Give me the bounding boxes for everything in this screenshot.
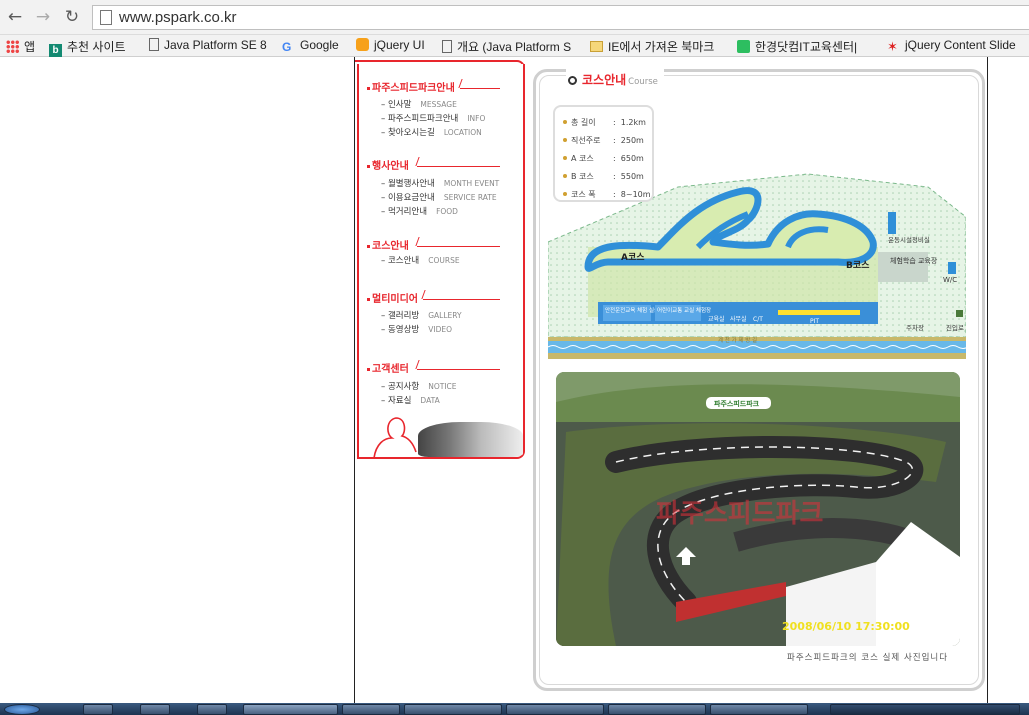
menu-item-data[interactable]: – 자료실 DATA [381,394,440,406]
folder-icon [590,41,603,52]
star-icon: ✶ [887,39,898,54]
photo-timestamp: 2008/06/10 17:30:00 [782,620,910,633]
menu-item-message[interactable]: – 인사말 MESSAGE [381,98,457,110]
circle-bullet-icon [568,76,577,85]
menu-item-video[interactable]: – 동영상방 VIDEO [381,323,452,335]
entrance-label: 진입로 [946,323,964,332]
person-silhouette-icon [373,417,417,458]
section-divider [421,290,426,299]
kart-cars-image [418,422,523,457]
photo-caption: 파주스피드파크의 코스 실제 사진입니다 [787,653,949,663]
menu-item-gallery[interactable]: – 갤러리방 GALLERY [381,309,462,321]
browser-toolbar: ← → ↻ www.pspark.co.kr [0,0,1029,35]
menu-item-food[interactable]: – 먹거리안내 FOOD [381,205,458,217]
taskbar-item[interactable] [197,704,227,715]
office-label: 사무실 [730,315,747,323]
taskbar [0,703,1029,715]
course-heading: 코스안내 Course [566,69,664,88]
section-divider [415,157,420,166]
course-heading-en: Course [628,77,658,87]
page-content: 파주스피드파크안내 – 인사말 MESSAGE – 파주스피드파크안내 INFO –… [0,57,1029,703]
right-divider [987,57,988,703]
sports-facility-label: 운동시설정비실 [888,235,930,244]
taskbar-item[interactable] [710,704,808,715]
spec-b-course: B 코스: 550m [563,171,644,182]
menu-item-notice[interactable]: – 공지사항 NOTICE [381,380,457,392]
bookmark-java-overview[interactable]: 개요 (Java Platform S [442,38,571,55]
spec-straight: 직선주로: 250m [563,135,644,146]
ct-label: C/T [753,316,763,323]
start-button[interactable] [4,704,40,715]
bookmark-recommended[interactable]: b 추천 사이트 [49,38,126,57]
taskbar-item-chrome[interactable] [243,704,338,715]
taskbar-item[interactable] [140,704,170,715]
menu-section-course[interactable]: 코스안내 [367,237,409,252]
classroom-label: 교육실 [708,315,725,323]
experience-label: 체험학습 교육장 [890,256,938,265]
taskbar-item[interactable] [342,704,400,715]
forward-arrow-icon[interactable]: → [33,7,53,27]
menu-item-info[interactable]: – 파주스피드파크안내 INFO [381,112,485,124]
evernote-icon [737,40,750,53]
taskbar-item[interactable] [404,704,502,715]
bookmark-java[interactable]: Java Platform SE 8 [149,38,267,52]
menu-item-month-event[interactable]: – 월별행사안내 MONTH EVENT [381,177,499,189]
photo-logo-text: 파주스피드파크 [714,399,760,408]
bookmark-ie-folder[interactable]: IE에서 가져온 북마크 [590,38,714,55]
taskbar-item[interactable] [608,704,706,715]
wc-label: W/C [943,276,957,284]
course-specs-box: 총 길이: 1.2km 직선주로: 250m A 코스: 650m B 코스: … [553,105,654,202]
a-course-label: A코스 [621,252,645,263]
section-divider [417,166,500,167]
section-divider [417,369,500,370]
bookmarks-bar: 앱 b 추천 사이트 Java Platform SE 8 G Google jQu… [0,35,1029,57]
taskbar-item[interactable] [506,704,604,715]
bookmark-hankyung[interactable]: 한경닷컴IT교육센터| [737,38,857,55]
section-divider [415,237,420,246]
menu-item-service-rate[interactable]: – 이용요금안내 SERVICE RATE [381,191,497,203]
left-divider [354,57,355,703]
parking-label: 주차장 [906,323,924,332]
bing-icon: b [49,44,62,57]
spec-total-length: 총 길이: 1.2km [563,117,646,128]
course-heading-ko: 코스안내 [582,73,627,87]
pit-label: PIT [810,318,819,325]
bookmark-apps[interactable]: 앱 [6,38,35,55]
kids-label: 어린이교통 교실 체험장 [657,306,711,314]
section-divider [458,79,463,88]
address-bar[interactable]: www.pspark.co.kr [92,5,1029,30]
menu-section-info[interactable]: 파주스피드파크안내 [367,79,455,94]
menu-item-course[interactable]: – 코스안내 COURSE [381,254,460,266]
spec-a-course: A 코스: 650m [563,153,644,164]
taskbar-item[interactable] [83,704,113,715]
photo-watermark: 파주스피드파크 [656,499,823,529]
stream-label: 계 천 가 제 방 길 [718,336,757,344]
section-divider [460,88,500,89]
page-icon [149,38,159,51]
menu-section-customer[interactable]: 고객센터 [367,360,409,375]
google-icon: G [282,40,292,54]
section-divider [417,246,500,247]
bookmark-google[interactable]: G Google [282,38,339,54]
page-icon [100,10,112,25]
menu-section-multimedia[interactable]: 멀티미디어 [367,290,418,305]
reload-icon[interactable]: ↻ [62,7,82,27]
menu-section-events[interactable]: 행사안내 [367,157,409,172]
course-photo-image: 파주스피드파크 파주스피드파크 2008/06/10 17:30:00 [556,372,960,646]
menu-item-location[interactable]: – 찾아오시는길 LOCATION [381,126,482,138]
spec-width: 코스 폭: 8~10m [563,189,651,200]
page-icon [442,40,452,53]
side-menu: 파주스피드파크안내 – 인사말 MESSAGE – 파주스피드파크안내 INFO –… [357,64,525,459]
system-tray[interactable] [830,704,1020,715]
bookmark-jquery-slide[interactable]: ✶ jQuery Content Slide [887,38,1016,53]
b-course-label: B코스 [846,260,870,271]
section-divider [423,299,500,300]
course-photo: 파주스피드파크 파주스피드파크 2008/06/10 17:30:00 [556,372,960,646]
url-text[interactable]: www.pspark.co.kr [119,9,237,26]
section-divider [415,360,420,369]
bookmark-jquery-ui[interactable]: jQuery UI [356,38,425,52]
jquery-icon [356,38,369,51]
back-arrow-icon[interactable]: ← [5,7,25,27]
apps-grid-icon [6,40,19,53]
